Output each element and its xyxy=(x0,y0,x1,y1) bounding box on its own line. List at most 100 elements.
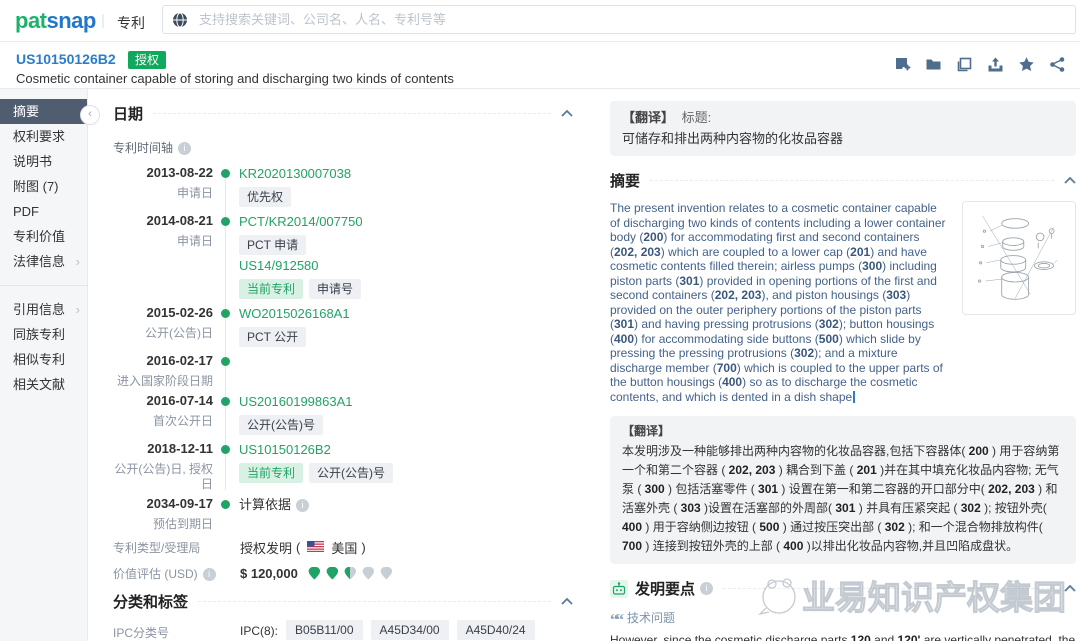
patent-number-link[interactable]: PCT/KR2014/007750 xyxy=(239,214,363,229)
timeline-tags: 优先权 xyxy=(239,187,573,207)
patsnap-logo[interactable]: patsnap xyxy=(15,8,96,34)
search-input[interactable] xyxy=(197,11,1075,28)
chevron-right-icon: › xyxy=(75,302,80,317)
patent-number-link[interactable]: KR2020130007038 xyxy=(239,166,351,181)
timeline-date-label: 公开(公告)日 xyxy=(145,326,213,340)
ipc-tags: B05B11/00 A45D34/00 A45D40/24 xyxy=(286,620,535,640)
timeline-dot xyxy=(221,500,230,509)
header-action-icons xyxy=(893,55,1066,73)
translation-sublabel: 标题: xyxy=(681,110,712,125)
ipc-tag[interactable]: B05B11/00 xyxy=(286,620,363,640)
patent-header: US10150126B2 授权 Cosmetic container capab… xyxy=(0,42,1080,89)
logo-part-1: pat xyxy=(15,8,47,33)
timeline-entry: KR2020130007038 优先权 xyxy=(239,165,573,207)
section-divider-line xyxy=(650,180,1054,181)
collapse-chevron-icon[interactable] xyxy=(561,110,573,117)
timeline-tag: 公开(公告)号 xyxy=(239,415,323,435)
valuation-label: 价值评估 (USD) xyxy=(113,566,198,581)
sidebar-item-label: 说明书 xyxy=(13,154,53,169)
timeline-event-content: US20160199863A1 公开(公告)号 xyxy=(239,393,573,437)
abstract-text-en: The present invention relates to a cosme… xyxy=(610,201,950,404)
valuation-amount: $ 120,000 xyxy=(240,565,298,581)
sidebar-item-drawings[interactable]: 附图 (7) xyxy=(0,174,87,199)
globe-icon[interactable] xyxy=(163,12,197,28)
collapse-chevron-icon[interactable] xyxy=(1064,585,1076,592)
timeline-entry: PCT/KR2014/007750 PCT 申请 xyxy=(239,213,573,255)
logo-part-2: snap xyxy=(46,8,97,33)
timeline-event-left: 2016-07-14 首次公开日 xyxy=(113,393,214,437)
abstract-text-zh: 本发明涉及一种能够排出两种内容物的化妆品容器,包括下容器体( 200 ) 用于容… xyxy=(622,444,1060,553)
star-icon[interactable] xyxy=(1017,55,1035,73)
ipc-label: IPC分类号 xyxy=(113,626,170,640)
search-bar[interactable] xyxy=(162,5,1076,34)
us-flag-icon xyxy=(307,540,325,555)
timeline-tag: 优先权 xyxy=(239,187,292,207)
patent-drawing-thumbnail[interactable] xyxy=(962,201,1076,315)
export-icon[interactable] xyxy=(986,55,1004,73)
technical-problem-row: ““ 技术问题 xyxy=(610,609,1076,628)
add-note-icon[interactable] xyxy=(893,55,911,73)
timeline-tag: 当前专利 xyxy=(239,279,304,299)
ipc-tag[interactable]: A45D34/00 xyxy=(370,620,449,640)
timeline-event: 2016-07-14 首次公开日 US20160199863A1 公开(公告)号 xyxy=(113,393,573,437)
technical-problem-label: 技术问题 xyxy=(627,611,676,625)
status-badge: 授权 xyxy=(128,51,167,69)
sidebar-item-citation-info[interactable]: 引用信息 › xyxy=(0,297,87,322)
sidebar-item-related-literature[interactable]: 相关文献 xyxy=(0,372,87,397)
sidebar: 摘要权利要求说明书附图 (7) PDF 专利价值法律信息 › 引用信息 › 同族专利 相似专利… xyxy=(0,89,88,641)
dates-section-title: 日期 xyxy=(113,106,144,123)
patent-drawing xyxy=(978,215,1058,300)
copy-icon[interactable] xyxy=(955,55,973,73)
timeline-axis xyxy=(213,165,239,209)
timeline-axis xyxy=(213,213,239,301)
info-icon[interactable]: i xyxy=(700,582,714,595)
patent-number[interactable]: US10150126B2 xyxy=(16,51,116,67)
share-icon[interactable] xyxy=(1048,55,1066,73)
sidebar-item-label: 摘要 xyxy=(13,104,40,119)
timeline-event: 2018-12-11 公开(公告)日, 授权日 US10150126B2 当前专利 公开… xyxy=(113,441,573,492)
sidebar-item-family-patents[interactable]: 同族专利 xyxy=(0,322,87,347)
patent-type-row: 专利类型/受理局 授权发明 ( 美国) xyxy=(113,537,573,557)
timeline-entry: WO2015026168A1 PCT 公开 xyxy=(239,305,573,347)
abstract-en-segments: The present invention relates to a cosme… xyxy=(610,201,946,404)
timeline-tag: 当前专利 xyxy=(239,463,304,483)
abstract-panel: 【翻译】 标题: 可储存和排出两种内容物的化妆品容器 摘要 The presen… xyxy=(610,89,1076,641)
sidebar-item-patent-value[interactable]: 专利价值 xyxy=(0,224,87,249)
nav-patent[interactable]: 专利 xyxy=(117,13,145,33)
sidebar-item-legal-info[interactable]: 法律信息 › xyxy=(0,249,87,274)
ipc-tag[interactable]: A45D40/24 xyxy=(456,620,535,640)
patent-type-label: 专利类型/受理局 xyxy=(113,540,201,555)
sidebar-item-label: 附图 (7) xyxy=(13,179,59,194)
valuation-label-wrap: 价值评估 (USD) i xyxy=(113,565,240,582)
folder-icon[interactable] xyxy=(924,55,942,73)
collapse-chevron-icon[interactable] xyxy=(561,598,573,605)
timeline-event-content: PCT/KR2014/007750 PCT 申请 US14/912580 当前专利 申请… xyxy=(239,213,573,301)
section-divider-line xyxy=(723,588,1054,589)
timeline-event: 2014-08-21 申请日 PCT/KR2014/007750 PCT 申请 US14… xyxy=(113,213,573,301)
sidebar-item-abstract[interactable]: 摘要 xyxy=(0,99,87,124)
section-divider-line xyxy=(153,113,551,114)
timeline-tag: 公开(公告)号 xyxy=(309,463,394,483)
ipc-row: IPC分类号 IPC(8): B05B11/00 A45D34/00 A45D40/… xyxy=(113,620,573,641)
timeline-event-left: 2014-08-21 申请日 xyxy=(113,213,214,301)
patent-number-link[interactable]: US20160199863A1 xyxy=(239,394,353,409)
collapse-chevron-icon[interactable] xyxy=(1064,177,1076,184)
sidebar-item-label: 专利价值 xyxy=(13,229,66,244)
valuation-value: $ 120,000 xyxy=(240,566,393,581)
patent-number-link[interactable]: WO2015026168A1 xyxy=(239,306,350,321)
timeline-entry: US10150126B2 当前专利 公开(公告)号 xyxy=(239,441,573,483)
info-icon[interactable]: i xyxy=(178,142,192,155)
sidebar-item-similar-patents[interactable]: 相似专利 xyxy=(0,347,87,372)
patent-number-link[interactable]: US10150126B2 xyxy=(239,442,331,457)
sidebar-collapse-button[interactable]: ‹ xyxy=(80,105,100,125)
info-icon[interactable]: i xyxy=(296,499,310,512)
classification-section-title: 分类和标签 xyxy=(113,594,189,611)
sidebar-item-description[interactable]: 说明书 xyxy=(0,149,87,174)
value-gem-icon xyxy=(308,567,321,580)
sidebar-item-claims[interactable]: 权利要求 xyxy=(0,124,87,149)
patent-number-link[interactable]: US14/912580 xyxy=(239,258,319,273)
timeline-event-content: US10150126B2 当前专利 公开(公告)号 xyxy=(239,441,573,492)
chevron-right-icon: › xyxy=(75,254,80,269)
sidebar-item-pdf[interactable]: PDF xyxy=(0,199,87,224)
info-icon[interactable]: i xyxy=(202,567,216,581)
